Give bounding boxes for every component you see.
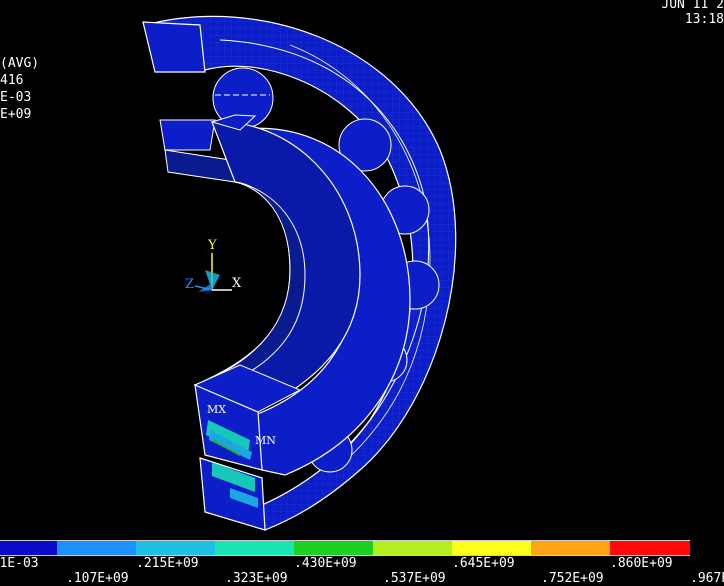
triad-z-label: Z — [185, 277, 194, 292]
min-marker: MN — [255, 434, 276, 447]
legend-segment — [610, 541, 690, 555]
triad-x-label: X — [232, 276, 242, 291]
legend-label-4: .430E+09 — [294, 556, 357, 571]
legend-label-5: .537E+09 — [383, 571, 446, 586]
legend-segment — [452, 541, 531, 555]
outer-race-top-face — [142, 21, 206, 73]
cage-top — [159, 119, 216, 151]
legend-label-6: .645E+09 — [452, 556, 515, 571]
legend-segment — [373, 541, 452, 555]
legend-label-8: .860E+09 — [610, 556, 673, 571]
legend-segment — [294, 541, 373, 555]
legend-label-0: .161E-03 — [0, 556, 39, 571]
legend-label-1: .107E+09 — [66, 571, 129, 586]
axis-triad: Y Z X — [185, 238, 242, 292]
legend-label-7: .752E+09 — [541, 571, 604, 586]
legend-label-2: .215E+09 — [136, 556, 199, 571]
legend-segment — [531, 541, 610, 555]
triad-y-label: Y — [207, 238, 217, 253]
legend-segment — [0, 541, 57, 555]
legend-label-9: .967E+09 — [690, 571, 724, 586]
model-viewport[interactable]: MX MN Y Z X — [0, 0, 724, 540]
legend-colorbar — [0, 540, 690, 556]
legend-segment — [136, 541, 215, 555]
max-marker: MX — [207, 403, 226, 416]
legend-segment — [215, 541, 294, 555]
legend-label-3: .323E+09 — [225, 571, 288, 586]
legend-segment — [57, 541, 136, 555]
